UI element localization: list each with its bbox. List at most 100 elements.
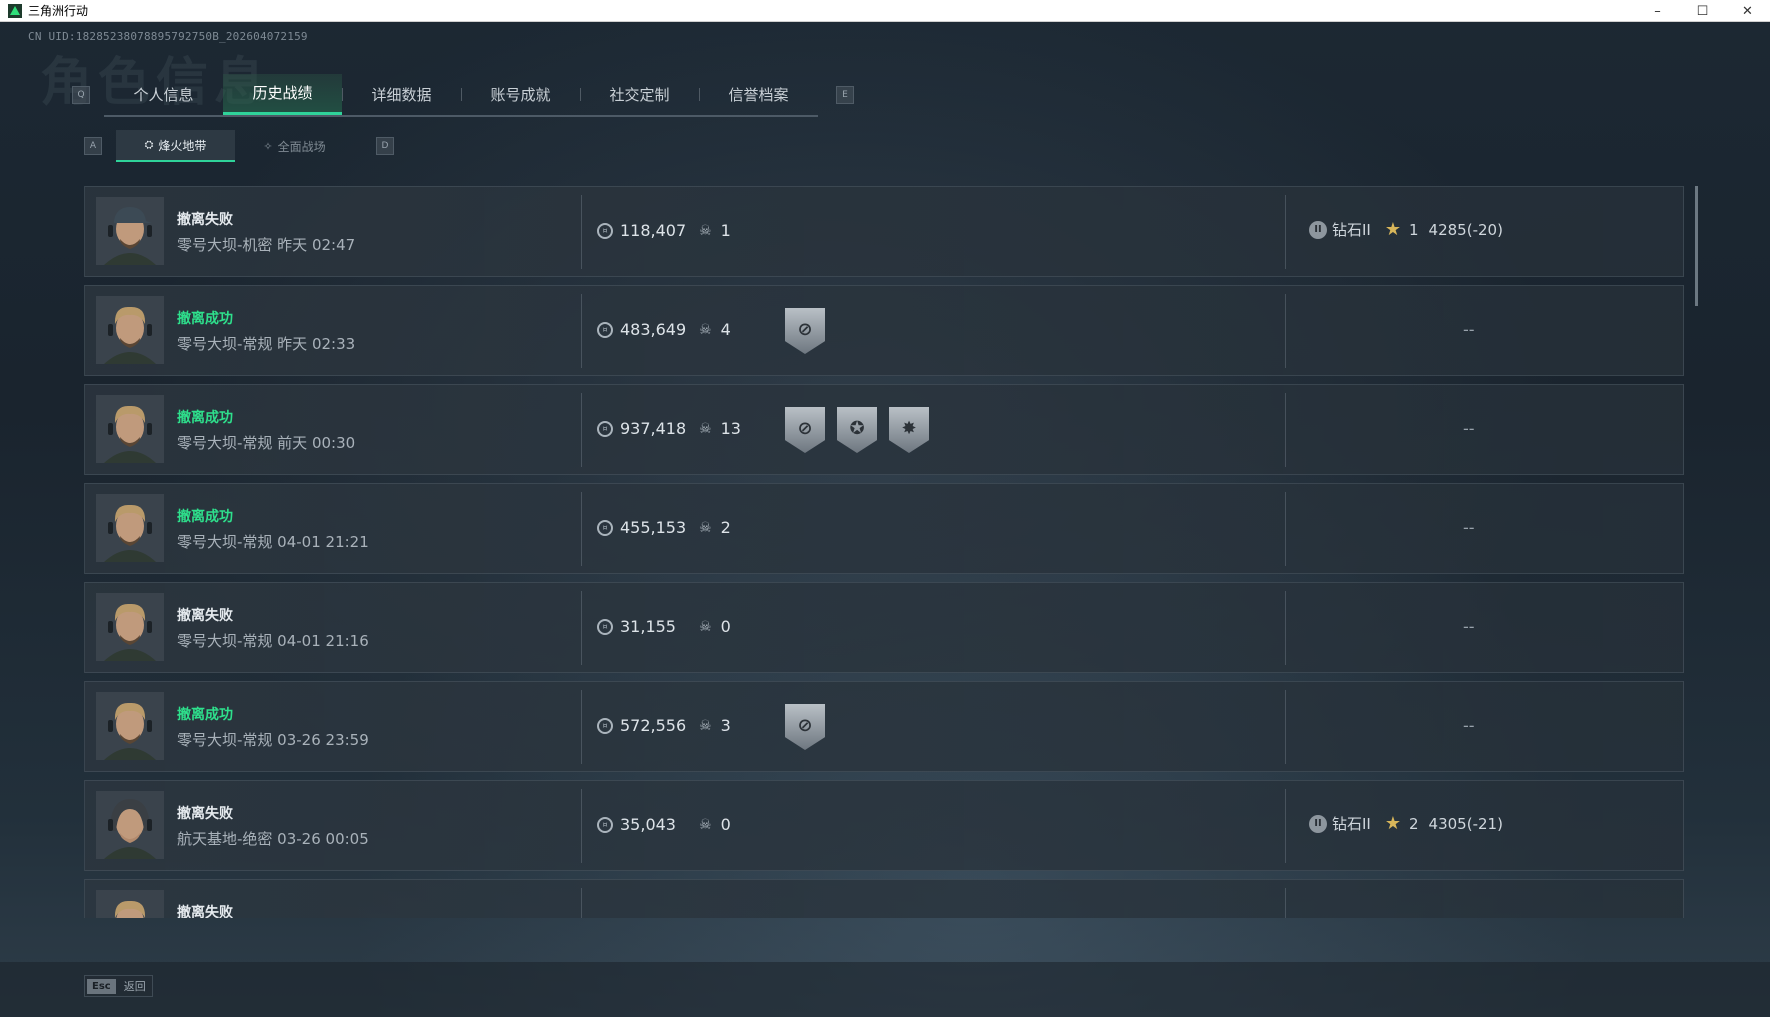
extraction-status: 撤离失败: [177, 905, 233, 918]
window-titlebar: 三角洲行动 – ☐ ✕: [0, 0, 1770, 22]
tab-5[interactable]: 信誉档案: [699, 74, 818, 115]
subtab-0[interactable]: ⛭ 烽火地带: [116, 130, 235, 162]
rank-placeholder: --: [1463, 518, 1475, 537]
loot-value: ¤ 483,649: [597, 320, 686, 339]
loot-value: ¤ 31,155: [597, 617, 676, 636]
list-scrollbar[interactable]: [1695, 186, 1698, 306]
rank-info: II 钻石II ★ 1 4285(-20): [1309, 219, 1503, 240]
subtab-label: 全面战场: [277, 139, 326, 154]
extraction-status: 撤离失败: [177, 806, 233, 822]
subtab-1[interactable]: ✧ 全面战场: [235, 130, 354, 162]
mode-subtabs: A ⛭ 烽火地带 ✧ 全面战场 D: [84, 130, 394, 162]
coin-icon: ¤: [597, 519, 613, 536]
column-divider: [581, 591, 582, 665]
match-record-row[interactable]: 撤离成功 零号大坝-常规 04-01 21:21 ¤ 455,153 ☠ 2 --: [84, 483, 1684, 574]
burst-badge[interactable]: ✸: [889, 407, 929, 453]
prev-tab-key-hint[interactable]: Q: [72, 86, 90, 104]
eagle-badge-icon: ✪: [849, 417, 865, 439]
window-title: 三角洲行动: [28, 4, 89, 18]
column-divider: [581, 690, 582, 764]
operator-avatar: [96, 791, 164, 859]
next-tab-key-hint[interactable]: E: [836, 86, 854, 104]
extraction-status: 撤离成功: [177, 410, 233, 426]
skull-icon: ☠: [699, 816, 712, 833]
kill-count-text: 0: [720, 815, 731, 834]
achievement-badges: ⊘ ✪ ✸: [785, 407, 941, 453]
eagle-badge[interactable]: ✪: [837, 407, 877, 453]
match-record-row[interactable]: 撤离成功 零号大坝-常规 前天 00:30 ¤ 937,418 ☠ 13 ⊘ ✪ ✸ --: [84, 384, 1684, 475]
column-divider: [1285, 195, 1286, 269]
back-button[interactable]: Esc 返回: [84, 975, 153, 997]
next-subtab-key-hint[interactable]: D: [376, 137, 394, 155]
extract-badge-icon: ⊘: [797, 417, 813, 439]
rank-score: 4285(-20): [1428, 220, 1503, 239]
skull-icon: ☠: [699, 519, 712, 536]
loot-value: ¤ 455,153: [597, 518, 686, 537]
rank-score: 4305(-21): [1428, 814, 1503, 833]
coin-icon: ¤: [597, 321, 613, 338]
extraction-status: 撤离成功: [177, 707, 233, 723]
esc-key-hint: Esc: [87, 978, 116, 994]
loot-value: ¤ 937,418: [597, 419, 686, 438]
map-and-time: 零号大坝-常规 03-26 23:59: [177, 731, 369, 749]
tab-2[interactable]: 详细数据: [342, 74, 461, 115]
match-record-row[interactable]: 撤离成功 零号大坝-常规 昨天 02:33 ¤ 483,649 ☠ 4 ⊘ --: [84, 285, 1684, 376]
maximize-button[interactable]: ☐: [1680, 0, 1725, 22]
match-history-list[interactable]: 撤离失败 零号大坝-机密 昨天 02:47 ¤ 118,407 ☠ 1 II 钻石II ★ 1 42…: [84, 186, 1684, 918]
operator-avatar: [96, 494, 164, 562]
match-record-row[interactable]: 撤离失败 零号大坝-常规 04-01 21:16 ¤ 31,155 ☠ 0 --: [84, 582, 1684, 673]
rank-info: II 钻石II ★ 2 4305(-21): [1309, 813, 1503, 834]
operator-avatar: [96, 197, 164, 265]
loot-value: ¤ 572,556: [597, 716, 686, 735]
loot-value-text: 572,556: [620, 716, 687, 735]
coin-icon: ¤: [597, 618, 613, 635]
match-record-row[interactable]: 撤离失败 零号大坝-机密 昨天 02:47 ¤ 118,407 ☠ 1 II 钻石II ★ 1 42…: [84, 186, 1684, 277]
tab-3[interactable]: 账号成就: [461, 74, 580, 115]
rank-tier-icon: II: [1309, 814, 1327, 833]
app-logo-icon: [8, 3, 22, 18]
loot-value-text: 118,407: [620, 221, 687, 240]
tab-1[interactable]: 历史战绩: [223, 73, 342, 115]
tab-strip: 个人信息 历史战绩 详细数据 账号成就 社交定制 信誉档案: [104, 73, 818, 117]
column-divider: [581, 294, 582, 368]
rank-placeholder: --: [1463, 419, 1475, 438]
close-button[interactable]: ✕: [1725, 0, 1770, 22]
kill-count-text: 4: [720, 320, 731, 339]
skull-icon: ☠: [699, 420, 712, 437]
skull-icon: ☠: [699, 321, 712, 338]
player-uid: CN UID:18285238078895792750B_20260407215…: [28, 30, 308, 43]
loot-value: ¤ 35,043: [597, 815, 676, 834]
kill-count: ☠ 2: [699, 518, 731, 537]
match-record-row[interactable]: 撤离成功 零号大坝-常规 03-26 23:59 ¤ 572,556 ☠ 3 ⊘ --: [84, 681, 1684, 772]
column-divider: [581, 195, 582, 269]
mode-icon: ✧: [263, 139, 273, 153]
subtab-label: 烽火地带: [158, 138, 207, 153]
map-and-time: 零号大坝-机密 昨天 02:47: [177, 236, 356, 254]
kill-count: ☠ 4: [699, 320, 731, 339]
extract-badge[interactable]: ⊘: [785, 407, 825, 453]
tab-0[interactable]: 个人信息: [104, 74, 223, 115]
extraction-status: 撤离失败: [177, 212, 233, 228]
rank-placeholder: --: [1463, 617, 1475, 636]
column-divider: [1285, 690, 1286, 764]
kill-count-text: 2: [720, 518, 731, 537]
coin-icon: ¤: [597, 420, 613, 437]
burst-badge-icon: ✸: [901, 417, 917, 439]
bottom-bar: [0, 962, 1770, 1017]
match-record-row[interactable]: 撤离失败: [84, 879, 1684, 918]
extraction-status: 撤离失败: [177, 608, 233, 624]
column-divider: [1285, 789, 1286, 863]
extract-badge[interactable]: ⊘: [785, 308, 825, 354]
prev-subtab-key-hint[interactable]: A: [84, 137, 102, 155]
map-and-time: 零号大坝-常规 04-01 21:21: [177, 533, 369, 551]
kill-count-text: 0: [720, 617, 731, 636]
minimize-button[interactable]: –: [1635, 0, 1680, 22]
match-record-row[interactable]: 撤离失败 航天基地-绝密 03-26 00:05 ¤ 35,043 ☠ 0 II 钻石II ★ 2…: [84, 780, 1684, 871]
extract-badge[interactable]: ⊘: [785, 704, 825, 750]
tab-4[interactable]: 社交定制: [580, 74, 699, 115]
window-controls: – ☐ ✕: [1635, 0, 1770, 22]
skull-icon: ☠: [699, 222, 712, 239]
rank-tier-icon: II: [1309, 220, 1327, 239]
star-icon: ★: [1384, 813, 1401, 834]
kill-count: ☠ 0: [699, 617, 731, 636]
